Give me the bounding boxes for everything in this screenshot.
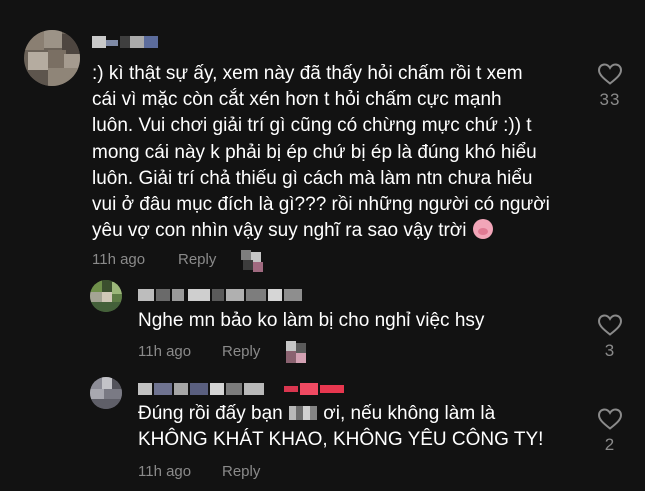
username-blur (284, 289, 302, 301)
username-blur (188, 289, 210, 301)
username-blur (92, 36, 106, 48)
username-blur (156, 289, 170, 301)
username-blur (154, 383, 172, 395)
timestamp: 11h ago (138, 463, 192, 480)
like-count: 3 (604, 341, 616, 360)
comments-panel: :) kì thật sự ấy, xem này đã thấy hỏi ch… (0, 0, 645, 491)
username-blur (226, 289, 244, 301)
badge-pixel (296, 353, 306, 363)
avatar-pixel (102, 292, 112, 302)
comment-text-part-1: Đúng rồi đấy bạn (138, 403, 288, 424)
reply-comment-2: Đúng rồi đấy bạn ơi, nếu không làm là KH… (0, 372, 645, 491)
like-count: 2 (604, 435, 616, 454)
mention-blur[interactable] (289, 406, 317, 420)
timestamp: 11h ago (138, 343, 192, 360)
comment-text: Nghe mn bảo ko làm bị cho nghỉ việc hsy (138, 310, 485, 331)
badge-pixel (253, 262, 263, 272)
reply-comment-1: Nghe mn bảo ko làm bị cho nghỉ việc hsy … (0, 280, 645, 370)
username-blur (106, 40, 118, 46)
heart-outline-icon (597, 408, 623, 430)
username[interactable] (92, 36, 158, 48)
avatar[interactable] (90, 377, 122, 409)
username-blur (244, 383, 264, 395)
username-blur (320, 385, 344, 393)
like-button[interactable]: 3 (592, 313, 628, 361)
avatar-pixel (90, 389, 104, 399)
like-count: 33 (599, 90, 621, 109)
avatar-pixel (112, 282, 122, 294)
avatar-pixel (28, 52, 48, 70)
username[interactable] (138, 383, 346, 395)
avatar-pixel (44, 30, 62, 48)
username-blur (284, 386, 298, 392)
username-blur (210, 383, 224, 395)
badge-pixel (296, 343, 306, 353)
avatar[interactable] (90, 280, 122, 312)
avatar-pixel (90, 292, 102, 302)
username-blur (268, 289, 282, 301)
avatar-pixel (90, 377, 102, 389)
creator-liked-badge (286, 341, 310, 363)
avatar-pixel (24, 70, 48, 86)
username-blur (138, 383, 152, 395)
username[interactable] (138, 289, 302, 301)
username-blur (190, 383, 208, 395)
comment-meta: 11h ago Reply (138, 463, 338, 483)
avatar-pixel (102, 377, 112, 389)
heart-outline-icon (597, 63, 623, 85)
username-blur (130, 36, 144, 48)
username-blur (246, 289, 266, 301)
avatar-pixel (90, 280, 102, 292)
comment-text: :) kì thật sự ấy, xem này đã thấy hỏi ch… (92, 61, 572, 244)
avatar-pixel (24, 30, 44, 50)
username-blur (174, 383, 188, 395)
username-blur (144, 36, 158, 48)
comment-1: :) kì thật sự ấy, xem này đã thấy hỏi ch… (0, 0, 645, 280)
pig-face-emoji (472, 219, 493, 240)
badge-pixel (286, 341, 296, 351)
avatar-pixel (90, 302, 122, 312)
username-blur (226, 383, 242, 395)
username-blur (172, 289, 184, 301)
avatar-pixel (48, 68, 80, 86)
comment-text-body: :) kì thật sự ấy, xem này đã thấy hỏi ch… (92, 63, 550, 242)
badge-pixel (241, 250, 251, 260)
like-button[interactable]: 2 (592, 407, 628, 455)
reply-button[interactable]: Reply (178, 251, 216, 268)
username-blur (300, 383, 318, 395)
badge-pixel (243, 260, 253, 270)
like-button[interactable]: 33 (592, 62, 628, 110)
creator-liked-badge (241, 250, 265, 272)
reply-button[interactable]: Reply (222, 463, 260, 480)
timestamp: 11h ago (92, 251, 146, 268)
username-blur (120, 36, 130, 48)
avatar[interactable] (24, 30, 80, 86)
username-blur (138, 289, 154, 301)
comment-text: Đúng rồi đấy bạn ơi, nếu không làm là KH… (138, 401, 578, 453)
username-blur (212, 289, 224, 301)
avatar-pixel (102, 280, 112, 292)
heart-outline-icon (597, 314, 623, 336)
badge-pixel (286, 351, 296, 363)
reply-button[interactable]: Reply (222, 343, 260, 360)
avatar-pixel (90, 399, 122, 409)
